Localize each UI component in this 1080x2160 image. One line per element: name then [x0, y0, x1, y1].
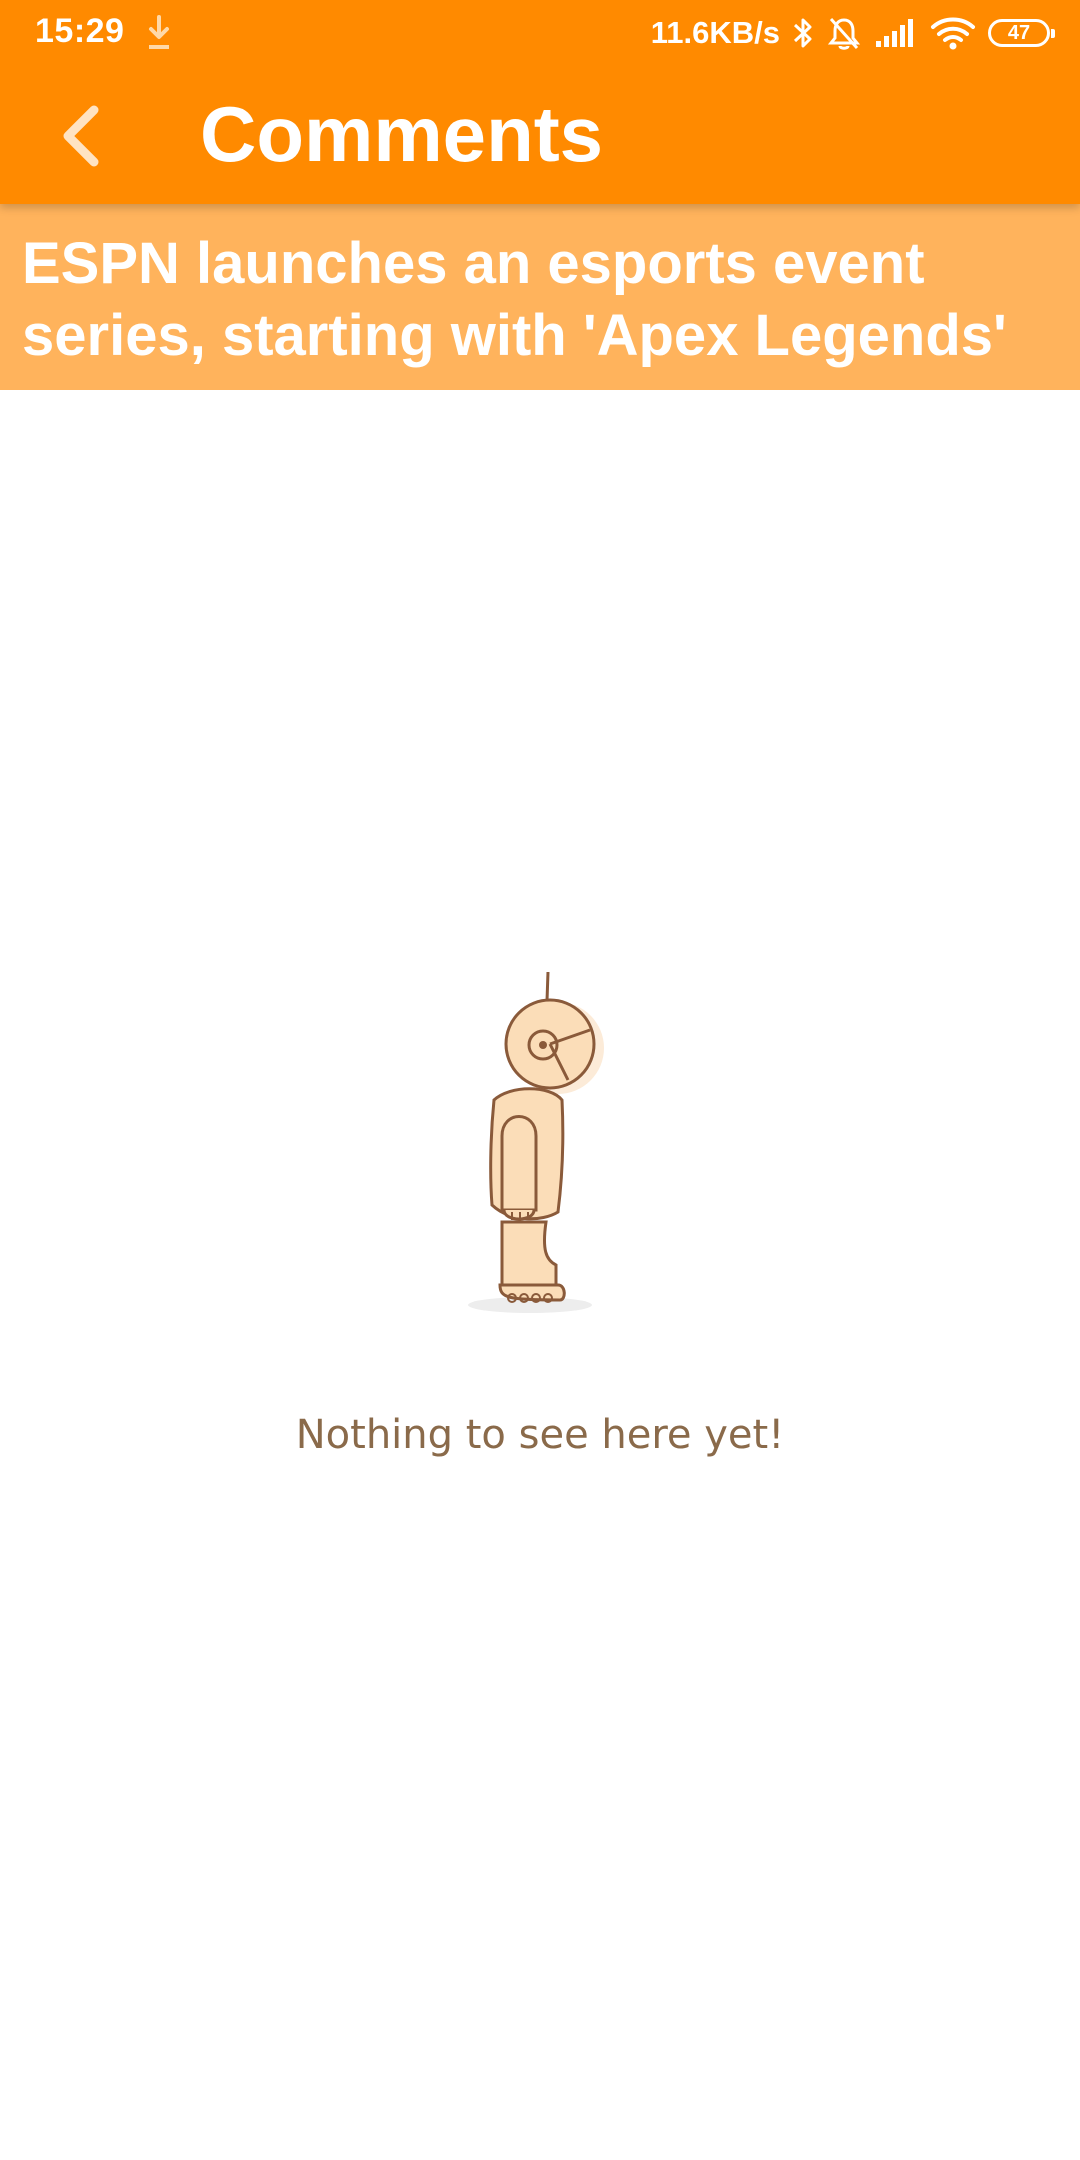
- back-button[interactable]: [40, 96, 120, 176]
- download-icon: [149, 15, 169, 49]
- status-icons: 11.6KB/s 47: [650, 10, 1055, 56]
- article-headline[interactable]: ESPN launches an esports event series, s…: [0, 204, 1080, 390]
- network-speed: 11.6KB/s: [650, 15, 780, 50]
- comments-screen: 15:29 11.6KB/s 47 Comments ESPN launches…: [0, 0, 1080, 2160]
- wifi-icon: [931, 17, 975, 50]
- battery-icon: 47: [988, 19, 1055, 47]
- app-bar: Comments: [0, 66, 1080, 204]
- notifications-off-icon: [827, 17, 861, 50]
- astronaut-illustration: [468, 971, 604, 1313]
- empty-state: Nothing to see here yet!: [0, 960, 1080, 1480]
- page-title: Comments: [200, 90, 604, 178]
- top-bar: 15:29 11.6KB/s 47 Comments: [0, 0, 1080, 204]
- chevron-left-icon: [63, 105, 99, 167]
- status-time: 15:29: [35, 12, 125, 50]
- status-bar: 15:29 11.6KB/s 47: [0, 0, 1080, 66]
- empty-state-message: Nothing to see here yet!: [295, 1412, 785, 1458]
- battery-level: 47: [1007, 21, 1031, 44]
- bluetooth-icon: [793, 18, 812, 48]
- signal-icon: [876, 19, 913, 47]
